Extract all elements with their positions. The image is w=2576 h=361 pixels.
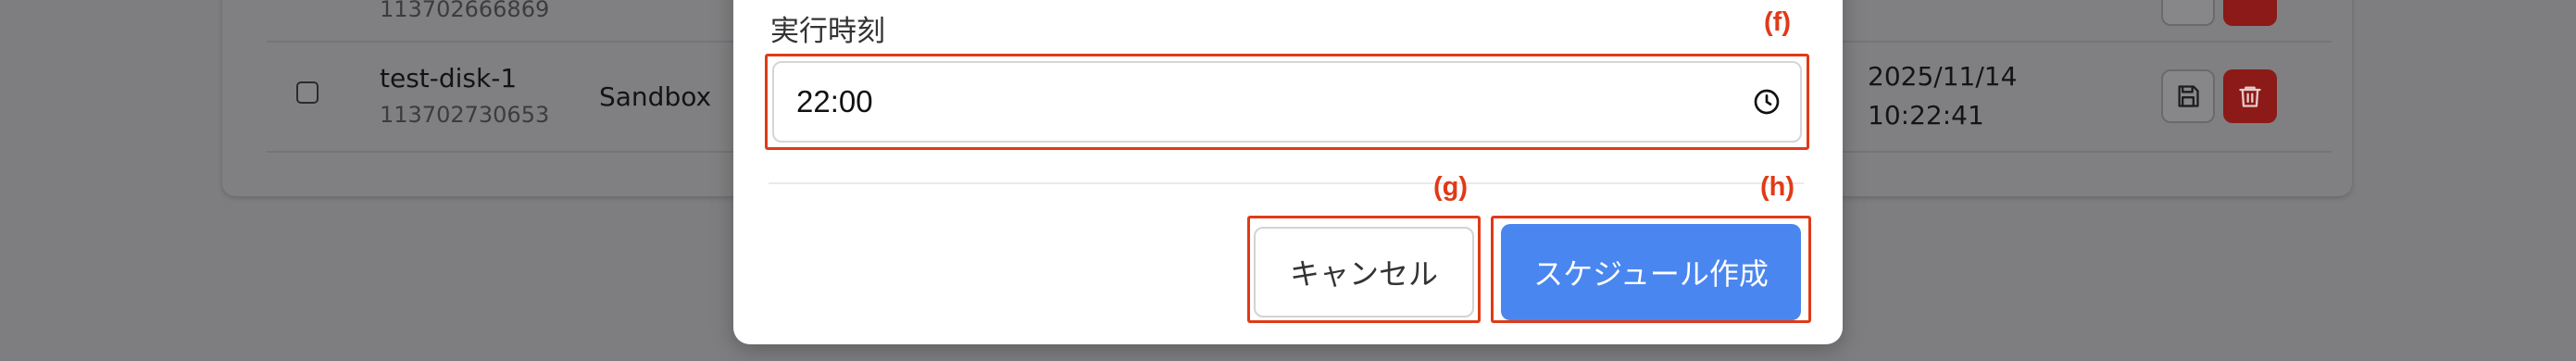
execution-time-label: 実行時刻 (770, 15, 885, 48)
row-checkbox[interactable] (296, 81, 319, 104)
trash-icon (2239, 86, 2261, 107)
execution-time-input[interactable]: 22:00 (772, 61, 1802, 143)
delete-button[interactable] (2223, 69, 2277, 123)
annotation-h: (h) (1760, 172, 1795, 202)
create-schedule-button[interactable]: スケジュール作成 (1501, 224, 1801, 320)
footer-divider (769, 182, 1804, 184)
delete-button[interactable] (2223, 0, 2277, 26)
environment-label: Sandbox (599, 81, 712, 112)
time-value[interactable]: 22:00 (796, 84, 873, 119)
schedule-modal: 実行時刻 (f) 22:00 (g) (h) キャンセル スケジュール作成 (733, 0, 1843, 344)
disk-name[interactable]: test-disk-1 (380, 63, 517, 93)
disk-id: 113702730653 (380, 102, 550, 128)
created-time: 10:22:41 (1868, 100, 1984, 131)
annotation-g: (g) (1433, 172, 1469, 202)
annotation-f: (f) (1764, 7, 1791, 37)
clock-icon[interactable] (1752, 87, 1782, 117)
row-id: 113702666869 (380, 0, 550, 22)
created-date: 2025/11/14 (1868, 61, 2018, 92)
save-button[interactable] (2161, 69, 2215, 123)
save-button[interactable] (2161, 0, 2215, 26)
save-icon (2178, 85, 2199, 107)
cancel-button[interactable]: キャンセル (1254, 227, 1474, 317)
